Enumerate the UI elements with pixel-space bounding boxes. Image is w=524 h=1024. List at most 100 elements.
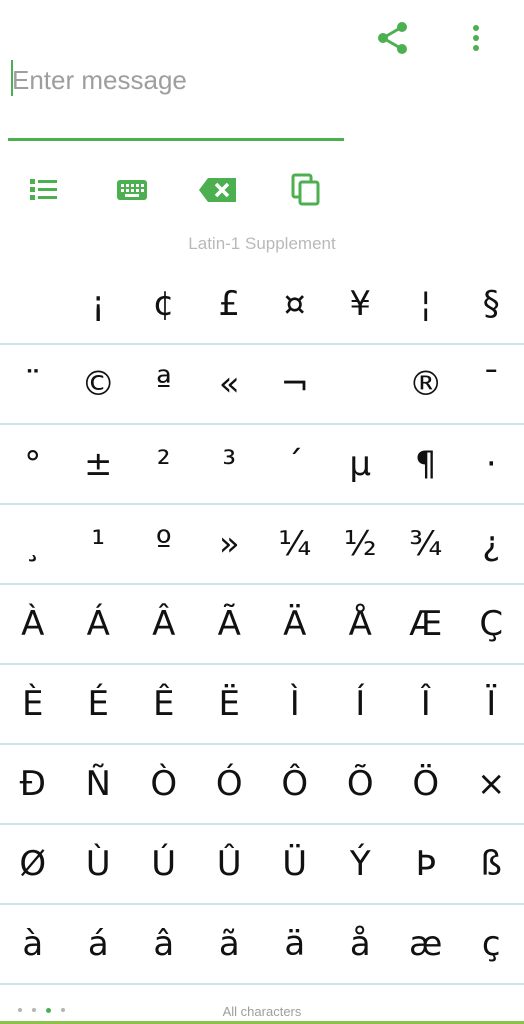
char-cell[interactable]: É bbox=[66, 665, 132, 743]
char-cell[interactable]: ³ bbox=[197, 425, 263, 503]
char-cell[interactable]: Û bbox=[197, 825, 263, 903]
char-cell[interactable]: Ç bbox=[459, 585, 524, 663]
char-cell[interactable]: ½ bbox=[328, 505, 394, 583]
char-cell[interactable]: Ý bbox=[328, 825, 394, 903]
char-row: ¨ © ª «¬ ® ¯ bbox=[0, 345, 524, 425]
char-cell[interactable]: ç bbox=[459, 905, 524, 983]
char-cell[interactable]: Â bbox=[131, 585, 197, 663]
char-cell[interactable]: æ bbox=[393, 905, 459, 983]
char-cell[interactable]: µ bbox=[328, 425, 394, 503]
char-cell[interactable]: ¥ bbox=[328, 265, 394, 343]
category-title: Latin-1 Supplement bbox=[188, 234, 336, 253]
char-cell[interactable]: Í bbox=[328, 665, 394, 743]
char-cell[interactable]: ª bbox=[131, 345, 197, 423]
char-cell[interactable]: á bbox=[66, 905, 132, 983]
char-cell[interactable]: ¾ bbox=[393, 505, 459, 583]
char-cell[interactable]: ¬ bbox=[262, 345, 328, 423]
char-cell[interactable]: å bbox=[328, 905, 394, 983]
char-cell[interactable]: ¿ bbox=[459, 505, 524, 583]
char-cell[interactable]: ° bbox=[0, 425, 66, 503]
backspace-icon bbox=[199, 178, 236, 202]
message-input[interactable] bbox=[8, 56, 342, 104]
copy-button[interactable] bbox=[284, 168, 328, 212]
share-button[interactable] bbox=[376, 20, 410, 56]
char-row: ¸ ¹ º» ¼ ½ ¾ ¿ bbox=[0, 505, 524, 585]
char-cell[interactable]: Ó bbox=[197, 745, 263, 823]
char-cell[interactable]: ¦ bbox=[393, 265, 459, 343]
char-cell[interactable]: · bbox=[459, 425, 524, 503]
char-cell[interactable]: Ë bbox=[197, 665, 263, 743]
list-icon bbox=[30, 179, 57, 200]
char-cell[interactable]: Ø bbox=[0, 825, 66, 903]
input-underline bbox=[8, 138, 344, 141]
char-cell[interactable]: ¡ bbox=[66, 265, 132, 343]
char-cell[interactable]: ¶ bbox=[393, 425, 459, 503]
char-cell[interactable]: ß bbox=[459, 825, 524, 903]
keyboard-button[interactable] bbox=[110, 168, 154, 212]
copy-icon bbox=[291, 173, 320, 206]
char-cell[interactable]: ¤ bbox=[262, 265, 328, 343]
char-cell[interactable]: Ü bbox=[262, 825, 328, 903]
bottom-bar: All characters bbox=[0, 1002, 524, 1024]
char-cell[interactable]: Î bbox=[393, 665, 459, 743]
char-row: ÈÉÊËÌÍÎÏ bbox=[0, 665, 524, 745]
toolbar bbox=[0, 168, 524, 214]
char-row: ØÙÚÛÜÝÞß bbox=[0, 825, 524, 905]
backspace-button[interactable] bbox=[196, 168, 240, 212]
char-cell[interactable]: Þ bbox=[393, 825, 459, 903]
text-cursor bbox=[11, 60, 13, 96]
char-cell[interactable]: È bbox=[0, 665, 66, 743]
char-cell[interactable]: « bbox=[197, 345, 263, 423]
char-cell[interactable] bbox=[0, 265, 66, 343]
char-cell[interactable]: » bbox=[197, 505, 263, 583]
char-cell[interactable]: Ô bbox=[262, 745, 328, 823]
char-cell[interactable]: Ù bbox=[66, 825, 132, 903]
char-cell[interactable]: Å bbox=[328, 585, 394, 663]
char-cell[interactable]: Ò bbox=[131, 745, 197, 823]
char-row: Ð Ñ Ò Ó Ô Õ Ö × bbox=[0, 745, 524, 825]
all-characters-label[interactable]: All characters bbox=[0, 1004, 524, 1019]
character-grid: ¡ ¢ £ ¤ ¥ ¦ § ¨ © ª «¬ ® ¯ ° ± ² ³ ´ µ ¶ · ¸ ¹ º» ¼ ½ ¾ ¿ À Á Â Ã Ä Å Æ Ç È… bbox=[0, 265, 524, 1004]
char-cell[interactable]: Ú bbox=[131, 825, 197, 903]
char-cell[interactable]: Ê bbox=[131, 665, 197, 743]
message-input-area bbox=[8, 50, 344, 142]
char-cell[interactable]: × bbox=[459, 745, 524, 823]
char-cell[interactable]: ´ bbox=[262, 425, 328, 503]
char-cell[interactable]: ã bbox=[197, 905, 263, 983]
char-cell[interactable]: Ï bbox=[459, 665, 524, 743]
char-cell[interactable]: Ö bbox=[393, 745, 459, 823]
more-vertical-icon bbox=[473, 25, 479, 51]
char-cell[interactable]: § bbox=[459, 265, 524, 343]
char-cell[interactable]: ¨ bbox=[0, 345, 66, 423]
share-icon bbox=[378, 22, 407, 54]
keyboard-icon bbox=[117, 180, 147, 200]
char-cell[interactable]: Ñ bbox=[66, 745, 132, 823]
list-button[interactable] bbox=[22, 168, 66, 212]
char-cell[interactable]: ¹ bbox=[66, 505, 132, 583]
char-cell[interactable]: ¯ bbox=[459, 345, 524, 423]
char-cell[interactable]: ± bbox=[66, 425, 132, 503]
char-cell[interactable]: Ð bbox=[0, 745, 66, 823]
char-cell[interactable]: Õ bbox=[328, 745, 394, 823]
char-cell[interactable]: © bbox=[66, 345, 132, 423]
char-cell[interactable]: £ bbox=[197, 265, 263, 343]
char-cell[interactable]: ¸ bbox=[0, 505, 66, 583]
char-cell[interactable]: º bbox=[131, 505, 197, 583]
char-cell[interactable] bbox=[328, 345, 394, 423]
char-cell[interactable]: ¼ bbox=[262, 505, 328, 583]
char-cell[interactable]: â bbox=[131, 905, 197, 983]
char-cell[interactable]: à bbox=[0, 905, 66, 983]
char-cell[interactable]: À bbox=[0, 585, 66, 663]
char-cell[interactable]: ® bbox=[393, 345, 459, 423]
more-options-button[interactable] bbox=[466, 22, 486, 54]
char-cell[interactable]: ² bbox=[131, 425, 197, 503]
char-cell[interactable]: Ã bbox=[197, 585, 263, 663]
char-row: ° ± ² ³ ´ µ ¶ · bbox=[0, 425, 524, 505]
char-cell[interactable]: Ì bbox=[262, 665, 328, 743]
char-cell[interactable]: Á bbox=[66, 585, 132, 663]
char-cell[interactable]: ä bbox=[262, 905, 328, 983]
char-cell[interactable]: Æ bbox=[393, 585, 459, 663]
char-cell[interactable]: Ä bbox=[262, 585, 328, 663]
char-cell[interactable]: ¢ bbox=[131, 265, 197, 343]
char-row: ÀÁÂÃÄÅÆÇ bbox=[0, 585, 524, 665]
